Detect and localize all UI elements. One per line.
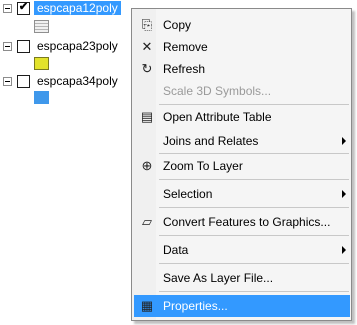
collapse-icon[interactable]: [3, 77, 12, 86]
properties-icon: ▦: [140, 298, 154, 313]
menu-separator: [159, 104, 349, 105]
refresh-icon: ↻: [141, 61, 153, 76]
layer-name[interactable]: espcapa34poly: [37, 74, 118, 88]
menu-item-properties[interactable]: ▦ Properties...: [134, 295, 350, 317]
submenu-arrow-icon: [342, 137, 346, 145]
menu-item-label: Refresh: [163, 62, 206, 76]
menu-item-joins-and-relates[interactable]: Joins and Relates: [134, 130, 350, 152]
menu-separator: [159, 291, 349, 292]
menu-item-zoom-to-layer[interactable]: ⊕ Zoom To Layer: [134, 155, 350, 177]
layer-name[interactable]: espcapa23poly: [37, 39, 118, 53]
checkmark-icon: ✔: [18, 1, 29, 13]
yellow-swatch-icon: [34, 57, 49, 70]
menu-item-open-attribute-table[interactable]: ▤ Open Attribute Table: [134, 106, 350, 128]
menu-item-refresh[interactable]: ↻ Refresh: [134, 58, 350, 80]
layer-visibility-checkbox[interactable]: ✔: [17, 1, 30, 15]
layer-visibility-checkbox[interactable]: [17, 75, 30, 88]
menu-item-label: Convert Features to Graphics...: [163, 215, 331, 229]
remove-icon: ✕: [141, 39, 153, 54]
menu-item-label: Selection: [163, 187, 213, 201]
submenu-arrow-icon: [342, 246, 346, 254]
menu-separator: [159, 263, 349, 264]
menu-separator: [159, 179, 349, 180]
convert-graphics-icon: ▱: [142, 214, 152, 229]
collapse-icon[interactable]: [3, 42, 12, 51]
menu-item-label: Open Attribute Table: [163, 110, 272, 124]
menu-item-label: Properties...: [163, 299, 228, 313]
layer-visibility-checkbox[interactable]: [17, 40, 30, 53]
menu-item-copy[interactable]: ⎘ Copy: [134, 14, 350, 36]
blue-swatch-icon: [34, 91, 49, 104]
menu-item-data[interactable]: Data: [134, 239, 350, 261]
menu-separator: [159, 235, 349, 236]
grey-striped-swatch-icon: [34, 20, 49, 33]
collapse-icon[interactable]: [3, 4, 12, 13]
menu-separator: [159, 153, 349, 154]
layer-name[interactable]: espcapa12poly: [34, 1, 121, 15]
layer-context-menu: ⎘ Copy ✕ Remove ↻ Refresh Scale 3D Symbo…: [131, 8, 352, 321]
menu-item-convert-features-to-graphics[interactable]: ▱ Convert Features to Graphics...: [134, 211, 350, 233]
menu-item-label: Save As Layer File...: [163, 271, 274, 285]
menu-item-label: Copy: [163, 18, 192, 32]
menu-item-save-as-layer-file[interactable]: Save As Layer File...: [134, 267, 350, 289]
menu-item-label: Scale 3D Symbols...: [163, 84, 272, 98]
zoom-to-layer-icon: ⊕: [141, 158, 153, 173]
menu-separator: [159, 207, 349, 208]
table-icon: ▤: [140, 109, 154, 124]
menu-item-selection[interactable]: Selection: [134, 183, 350, 205]
menu-item-label: Data: [163, 243, 189, 257]
menu-item-label: Remove: [163, 40, 208, 54]
menu-item-remove[interactable]: ✕ Remove: [134, 36, 350, 58]
menu-item-scale-3d-symbols: Scale 3D Symbols...: [134, 80, 350, 102]
submenu-arrow-icon: [342, 190, 346, 198]
copy-icon: ⎘: [141, 17, 153, 32]
menu-item-label: Zoom To Layer: [163, 159, 243, 173]
menu-item-label: Joins and Relates: [163, 134, 259, 148]
